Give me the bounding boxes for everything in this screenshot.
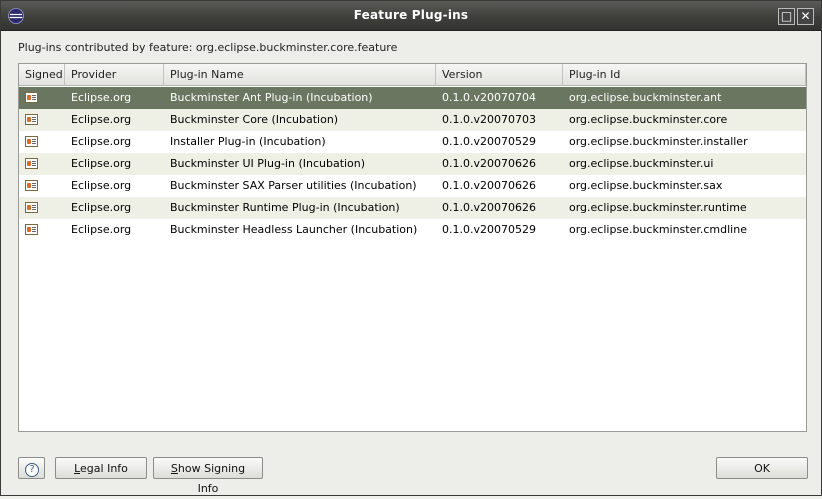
provider-cell: Eclipse.org bbox=[71, 113, 132, 126]
signed-cell bbox=[19, 153, 65, 175]
column-header-provider[interactable]: Provider bbox=[65, 64, 164, 86]
version-cell: 0.1.0.v20070626 bbox=[442, 157, 536, 170]
column-header-plugin-id[interactable]: Plug-in Id bbox=[563, 64, 806, 86]
table-header: Signed Provider Plug-in Name Version Plu… bbox=[19, 64, 806, 86]
table-row[interactable]: Eclipse.org Buckminster Ant Plug-in (Incu… bbox=[19, 87, 806, 109]
certificate-icon bbox=[25, 92, 38, 103]
provider-cell: Eclipse.org bbox=[71, 91, 132, 104]
version-cell: 0.1.0.v20070626 bbox=[442, 201, 536, 214]
plugin-name-cell: Buckminster Headless Launcher (Incubatio… bbox=[170, 223, 418, 236]
version-cell: 0.1.0.v20070529 bbox=[442, 135, 536, 148]
provider-cell: Eclipse.org bbox=[71, 135, 132, 148]
table-row[interactable]: Eclipse.org Buckminster Runtime Plug-in (… bbox=[19, 197, 806, 219]
close-button[interactable]: ✕ bbox=[797, 8, 814, 25]
help-icon: ? bbox=[25, 463, 39, 477]
version-cell: 0.1.0.v20070529 bbox=[442, 223, 536, 236]
signed-cell bbox=[19, 131, 65, 153]
plugin-name-cell: Buckminster UI Plug-in (Incubation) bbox=[170, 157, 366, 170]
certificate-icon bbox=[25, 158, 38, 169]
plugin-name-cell: Installer Plug-in (Incubation) bbox=[170, 135, 326, 148]
plugin-id-cell: org.eclipse.buckminster.ant bbox=[569, 91, 722, 104]
version-cell: 0.1.0.v20070704 bbox=[442, 91, 536, 104]
table-row[interactable]: Eclipse.org Buckminster Headless Launcher… bbox=[19, 219, 806, 241]
signing-info-label: how Signing Info bbox=[177, 462, 246, 495]
provider-cell: Eclipse.org bbox=[71, 157, 132, 170]
feature-plugins-dialog: Feature Plug-ins □ ✕ Plug-ins contribute… bbox=[0, 0, 822, 496]
plugin-name-cell: Buckminster Ant Plug-in (Incubation) bbox=[170, 91, 373, 104]
plugin-name-cell: Buckminster Runtime Plug-in (Incubation) bbox=[170, 201, 400, 214]
certificate-icon bbox=[25, 202, 38, 213]
certificate-icon bbox=[25, 180, 38, 191]
legal-info-label: egal Info bbox=[80, 462, 128, 475]
table-row[interactable]: Eclipse.org Buckminster SAX Parser utilit… bbox=[19, 175, 806, 197]
plugins-table[interactable]: Signed Provider Plug-in Name Version Plu… bbox=[18, 63, 807, 432]
plugin-id-cell: org.eclipse.buckminster.runtime bbox=[569, 201, 747, 214]
column-header-version[interactable]: Version bbox=[436, 64, 563, 86]
show-signing-info-button[interactable]: Show Signing Info bbox=[153, 457, 263, 495]
signing-info-mnemonic: S bbox=[170, 462, 178, 475]
plugin-id-cell: org.eclipse.buckminster.core bbox=[569, 113, 728, 126]
help-button[interactable]: ? bbox=[18, 457, 45, 479]
maximize-button[interactable]: □ bbox=[778, 8, 795, 25]
certificate-icon bbox=[25, 136, 38, 147]
certificate-icon bbox=[25, 224, 38, 235]
version-cell: 0.1.0.v20070626 bbox=[442, 179, 536, 192]
feature-description: Plug-ins contributed by feature: org.ecl… bbox=[18, 41, 398, 54]
plugin-name-cell: Buckminster SAX Parser utilities (Incuba… bbox=[170, 179, 417, 192]
plugin-name-cell: Buckminster Core (Incubation) bbox=[170, 113, 339, 126]
legal-info-button[interactable]: Legal Info bbox=[55, 457, 147, 479]
plugin-id-cell: org.eclipse.buckminster.installer bbox=[569, 135, 748, 148]
title-bar[interactable]: Feature Plug-ins □ ✕ bbox=[1, 1, 821, 31]
table-row[interactable]: Eclipse.org Installer Plug-in (Incubation… bbox=[19, 131, 806, 153]
version-cell: 0.1.0.v20070703 bbox=[442, 113, 536, 126]
plugin-id-cell: org.eclipse.buckminster.sax bbox=[569, 179, 723, 192]
signed-cell bbox=[19, 219, 65, 241]
signed-cell bbox=[19, 175, 65, 197]
certificate-icon bbox=[25, 114, 38, 125]
plugin-id-cell: org.eclipse.buckminster.ui bbox=[569, 157, 714, 170]
provider-cell: Eclipse.org bbox=[71, 201, 132, 214]
provider-cell: Eclipse.org bbox=[71, 179, 132, 192]
provider-cell: Eclipse.org bbox=[71, 223, 132, 236]
table-row[interactable]: Eclipse.org Buckminster Core (Incubation)… bbox=[19, 109, 806, 131]
signed-cell bbox=[19, 197, 65, 219]
column-header-signed[interactable]: Signed bbox=[19, 64, 65, 86]
column-header-plugin-name[interactable]: Plug-in Name bbox=[164, 64, 436, 86]
dialog-title: Feature Plug-ins bbox=[353, 8, 469, 22]
ok-button[interactable]: OK bbox=[716, 457, 808, 479]
table-row[interactable]: Eclipse.org Buckminster UI Plug-in (Incub… bbox=[19, 153, 806, 175]
plugin-id-cell: org.eclipse.buckminster.cmdline bbox=[569, 223, 747, 236]
signed-cell bbox=[19, 109, 65, 131]
signed-cell bbox=[19, 87, 65, 109]
